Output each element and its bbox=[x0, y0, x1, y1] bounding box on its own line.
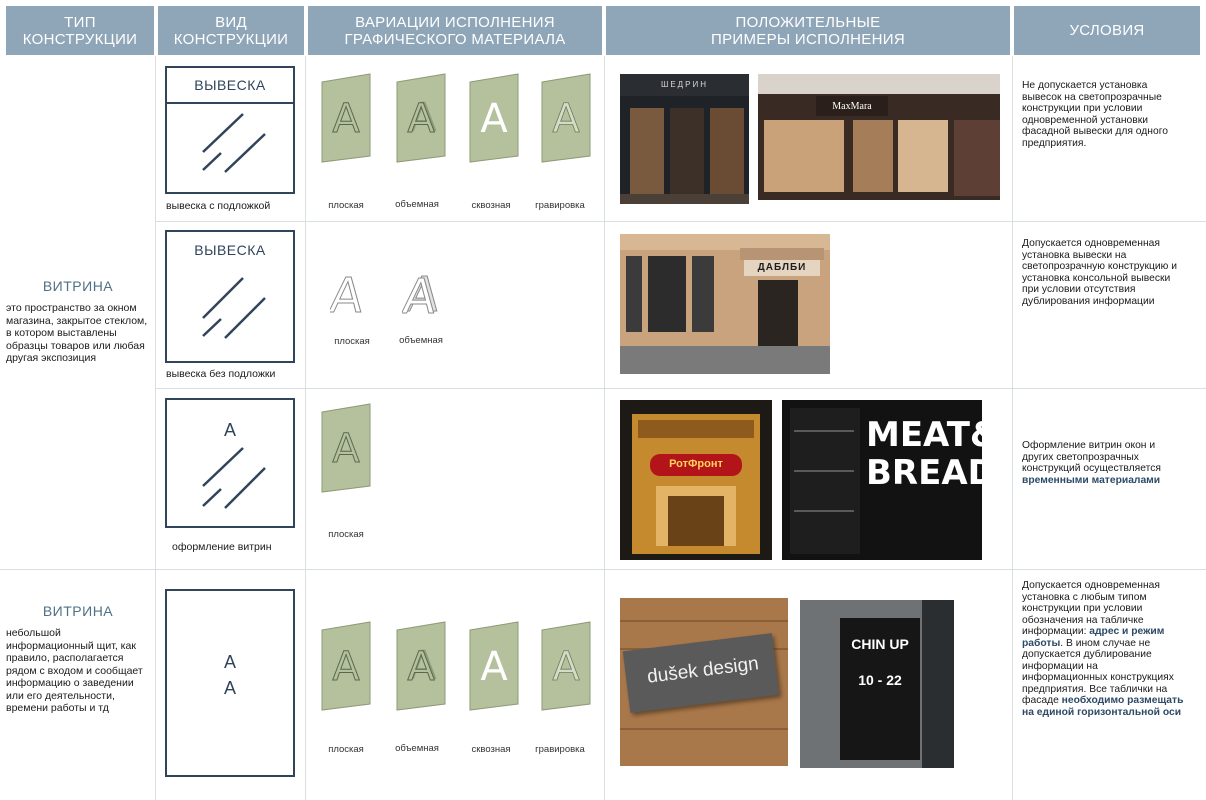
construction-caption: вывеска с подложкой bbox=[166, 200, 271, 212]
variant-label: плоская bbox=[328, 529, 364, 540]
row-divider bbox=[156, 221, 1206, 222]
photo-sign: MEAT& BREAD bbox=[866, 415, 982, 493]
photo-sign: ДАБЛБИ bbox=[757, 262, 807, 273]
header-kind: ВИД КОНСТРУКЦИИ bbox=[158, 6, 304, 55]
plate-flat-icon: A bbox=[321, 73, 371, 163]
example-photo: ДАБЛБИ bbox=[620, 234, 830, 374]
example-photo: MEAT& BREAD bbox=[782, 400, 982, 560]
construction-caption: вывеска без подложки bbox=[166, 368, 276, 380]
header-examples: ПОЛОЖИТЕЛЬНЫЕ ПРИМЕРЫ ИСПОЛНЕНИЯ bbox=[606, 6, 1010, 55]
svg-text:A: A bbox=[330, 268, 366, 322]
glass-icon bbox=[202, 447, 266, 509]
svg-text:A: A bbox=[332, 96, 360, 142]
construction-frame-plaque: А А bbox=[165, 589, 295, 777]
grid-line bbox=[155, 56, 156, 800]
variant-label: объемная bbox=[399, 335, 443, 346]
row-divider bbox=[156, 388, 1206, 389]
variant-label: плоская bbox=[328, 744, 364, 755]
condition-text: Оформление витрин окон и других светопро… bbox=[1022, 440, 1161, 486]
type-description: это пространство за окном магазина, закр… bbox=[6, 302, 148, 364]
example-photo: ШЕДРИН bbox=[620, 74, 749, 204]
svg-text:A: A bbox=[552, 644, 580, 690]
plate-engraving-icon: A bbox=[541, 621, 591, 711]
grid-line bbox=[604, 56, 605, 800]
svg-text:A: A bbox=[407, 644, 435, 690]
variant-label: сквозная bbox=[471, 744, 511, 755]
construction-frame-with-backing: ВЫВЕСКА bbox=[165, 66, 295, 194]
grid-line bbox=[305, 56, 306, 800]
frame-letters: А А bbox=[223, 652, 236, 698]
row-divider bbox=[0, 569, 1206, 570]
svg-text:A: A bbox=[402, 269, 439, 322]
svg-text:A: A bbox=[552, 96, 580, 142]
variant-label: плоская bbox=[328, 200, 364, 211]
header-variations: ВАРИАЦИИ ИСПОЛНЕНИЯ ГРАФИЧЕСКОГО МАТЕРИА… bbox=[308, 6, 602, 55]
type-tablichka: ВИТРИНА небольшой информационный щит, ка… bbox=[6, 603, 150, 715]
svg-text:A: A bbox=[407, 96, 435, 142]
svg-text:A: A bbox=[332, 426, 360, 472]
grid-line bbox=[1012, 56, 1013, 800]
construction-frame-without-backing: ВЫВЕСКА bbox=[165, 230, 295, 363]
svg-text:A: A bbox=[480, 96, 508, 142]
plate-through-icon: A bbox=[469, 73, 519, 163]
header-type: ТИП КОНСТРУКЦИИ bbox=[6, 6, 154, 55]
plate-volume-icon: A A bbox=[396, 73, 446, 163]
example-photo: dušek design bbox=[620, 598, 788, 766]
photo-sign: РотФронт bbox=[669, 458, 723, 470]
glass-icon bbox=[202, 113, 266, 173]
plate-volume-icon: A A bbox=[396, 621, 446, 711]
svg-text:A: A bbox=[332, 644, 360, 690]
glass-icon bbox=[202, 277, 266, 339]
construction-caption: оформление витрин bbox=[172, 541, 272, 553]
header-conditions: УСЛОВИЯ bbox=[1014, 6, 1200, 55]
frame-title: ВЫВЕСКА bbox=[194, 242, 266, 258]
photo-sign: MaxMara bbox=[832, 101, 872, 112]
type-vitrina: ВИТРИНА это пространство за окном магази… bbox=[6, 278, 150, 365]
photo-sign: ШЕДРИН bbox=[661, 80, 708, 89]
variant-label: плоская bbox=[334, 336, 370, 347]
svg-text:A: A bbox=[480, 644, 508, 690]
variant-label: сквозная bbox=[471, 200, 511, 211]
variant-label: гравировка bbox=[535, 200, 585, 211]
type-title: ВИТРИНА bbox=[42, 278, 114, 294]
condition-text: Допускается одновременная установка с лю… bbox=[1022, 580, 1184, 718]
variant-label: объемная bbox=[395, 199, 439, 210]
example-photo: MaxMara bbox=[758, 74, 1000, 200]
condition-text: Не допускается установка вывесок на свет… bbox=[1022, 80, 1168, 149]
letter-flat-icon: A bbox=[330, 268, 366, 322]
construction-frame-window-decoration: A bbox=[165, 398, 295, 528]
plate-through-icon: A bbox=[469, 621, 519, 711]
type-title: ВИТРИНА bbox=[42, 603, 114, 619]
condition-text: Допускается одновременная установка выве… bbox=[1022, 238, 1178, 307]
frame-title: ВЫВЕСКА bbox=[167, 68, 293, 104]
plate-flat-icon: A bbox=[321, 621, 371, 711]
example-photo: РотФронт bbox=[620, 400, 772, 560]
photo-sign: CHIN UP 10 - 22 bbox=[851, 636, 909, 688]
plate-flat-icon: A bbox=[321, 403, 371, 493]
letter-volume-icon: A A bbox=[402, 267, 442, 322]
example-photo: CHIN UP 10 - 22 bbox=[800, 600, 954, 768]
variant-label: объемная bbox=[395, 743, 439, 754]
type-description: небольшой информационный щит, как правил… bbox=[6, 627, 143, 714]
plate-engraving-icon: A bbox=[541, 73, 591, 163]
variant-label: гравировка bbox=[535, 744, 585, 755]
